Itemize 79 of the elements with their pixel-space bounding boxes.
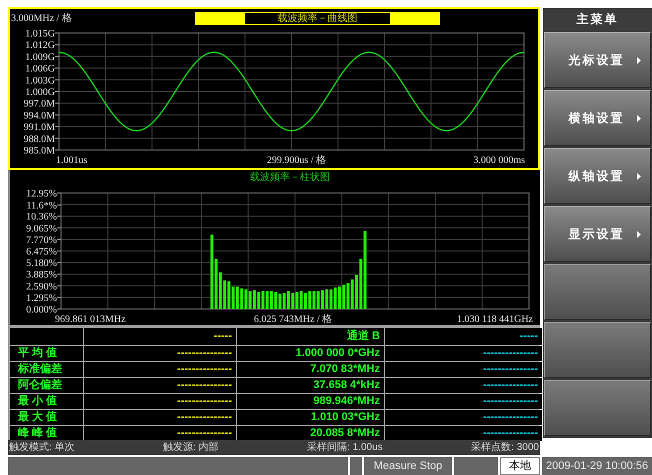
chart-title: 载波频率－柱状图 [250, 172, 330, 185]
caret-icon [636, 230, 640, 238]
menu-button[interactable] [544, 264, 651, 320]
table-cell: --------------- [385, 346, 542, 361]
table-cell: 7.070 83*MHz [237, 362, 384, 377]
status-text: 触发模式: 单次 [9, 440, 75, 455]
table-cell: 1.000 000 0*GHz [237, 346, 384, 361]
table-cell: --------------- [84, 394, 236, 409]
table-cell: --------------- [84, 410, 236, 425]
table-cell: --------------- [385, 362, 542, 377]
y-tick-label: 12.95% [26, 188, 57, 200]
y-axis-label: 1.015G [25, 28, 55, 40]
caret-icon [636, 56, 640, 64]
table-cell: --------------- [84, 426, 236, 441]
y-axis-label: 1.006G [25, 64, 55, 75]
y-axis-label: 1.000G [25, 87, 55, 98]
y-axis-label: 991.0M [24, 122, 55, 134]
y-axis-label: 1.012G [25, 40, 55, 52]
column-header: ----- [385, 328, 542, 345]
status-text: 触发源: 内部 [163, 440, 219, 455]
column-header: 通道 B [237, 328, 384, 345]
y-tick-label: 11.6*% [26, 200, 57, 212]
x-end-label: 1.030 118 441GHz [456, 314, 533, 325]
status-segment [350, 457, 362, 475]
table-cell: --------------- [84, 362, 236, 377]
y-tick-label: 7.770% [26, 234, 57, 246]
table-cell: --------------- [385, 410, 542, 425]
row-label: 峰 峰 值 [10, 426, 83, 441]
row-label: 阿仑偏差 [10, 378, 83, 393]
message-field: Measure Stop [364, 457, 452, 475]
table-cell: --------------- [84, 346, 236, 361]
y-axis-label: 1.003G [25, 75, 55, 86]
table-cell: 989.946*MHz [237, 394, 384, 409]
menu-button[interactable] [544, 380, 651, 436]
table-cell: 20.085 8*MHz [237, 426, 384, 441]
x-scale-label: 6.025 743MHz / 格 [254, 314, 332, 325]
table-cell: --------------- [84, 378, 236, 393]
y-scale-label: 3.000MHz / 格 [10, 12, 73, 26]
caret-icon [636, 114, 640, 122]
y-axis-label: 997.0M [24, 98, 55, 110]
status-text: 采样点数: 3000 [471, 440, 539, 455]
row-label: 标准偏差 [10, 362, 83, 377]
table-cell: 1.010 03*GHz [237, 410, 384, 425]
y-tick-label: 5.180% [26, 258, 57, 270]
menu-button[interactable]: 横轴设置 [544, 90, 651, 146]
x-start-label: 1.001us [56, 155, 88, 166]
x-start-label: 969.861 013MHz [55, 314, 126, 325]
caret-icon [636, 172, 640, 180]
y-tick-label: 3.885% [26, 270, 57, 281]
table-cell: --------------- [385, 426, 542, 441]
y-axis-label: 1.009G [25, 52, 55, 63]
table-cell: --------------- [385, 378, 542, 393]
table-cell: --------------- [385, 394, 542, 409]
menu-button[interactable]: 光标设置 [544, 32, 651, 88]
menu-button[interactable]: 纵轴设置 [544, 148, 651, 204]
row-label: 平 均 值 [10, 346, 83, 361]
y-tick-label: 10.36% [26, 212, 57, 223]
menu-button[interactable]: 显示设置 [544, 206, 651, 262]
chart-title: 载波频率－曲线图 [245, 12, 390, 24]
mode-field: 本地 [500, 457, 540, 475]
table-cell: 37.658 4*kHz [237, 378, 384, 393]
status-text: 采样间隔: 1.00us [307, 440, 383, 455]
y-tick-label: 1.295% [26, 292, 57, 304]
row-label: 最 大 值 [10, 410, 83, 425]
y-tick-label: 2.590% [26, 281, 57, 292]
y-axis-label: 985.0M [24, 146, 55, 156]
x-end-label: 3.000 000ms [473, 155, 525, 166]
y-tick-label: 0.000% [26, 304, 57, 316]
column-header: ----- [84, 328, 236, 345]
y-axis-label: 994.0M [24, 110, 55, 122]
menu-button[interactable] [544, 322, 651, 378]
menu-title: 主菜单 [576, 11, 620, 28]
y-axis-label: 988.0M [24, 134, 55, 145]
x-scale-label: 299.900us / 格 [266, 155, 326, 166]
datetime-field: 2009-01-29 10:00:56 [542, 457, 652, 475]
y-tick-label: 6.475% [26, 246, 57, 258]
row-label: 最 小 值 [10, 394, 83, 409]
status-segment [454, 457, 498, 475]
y-tick-label: 9.065% [26, 223, 57, 234]
